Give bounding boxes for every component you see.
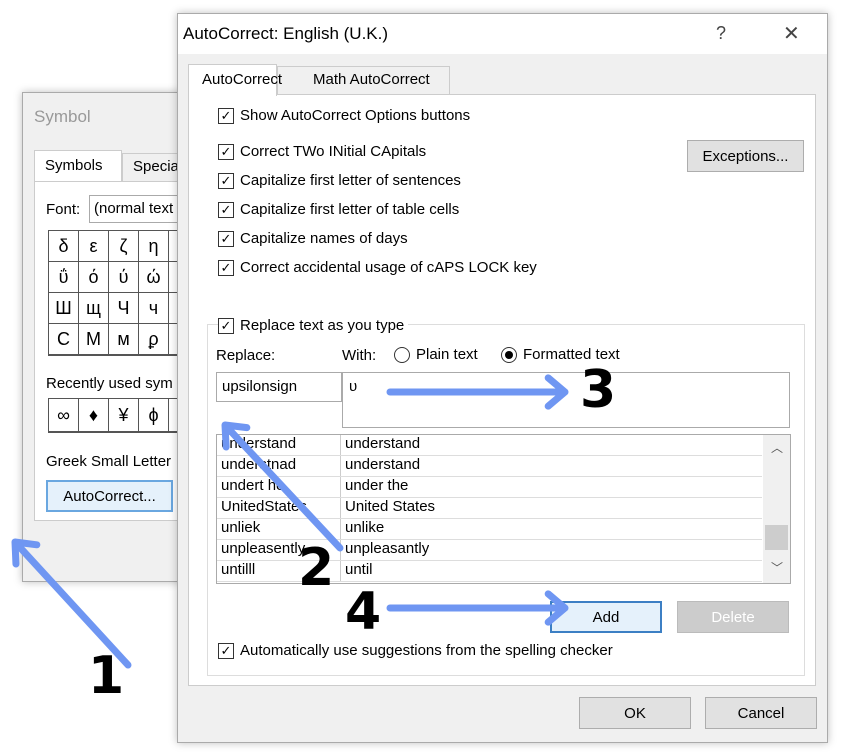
annotation-arrows <box>11 374 569 669</box>
step-4-label: 4 <box>345 582 382 642</box>
tab-autocorrect[interactable]: AutoCorrect <box>188 64 282 96</box>
arrow-2-icon <box>221 421 344 552</box>
step-2-label: 2 <box>298 538 335 598</box>
step-1-label: 1 <box>88 646 125 706</box>
step-3-label: 3 <box>580 360 617 420</box>
arrow-3-icon <box>386 374 569 410</box>
arrow-4-icon <box>386 590 569 626</box>
